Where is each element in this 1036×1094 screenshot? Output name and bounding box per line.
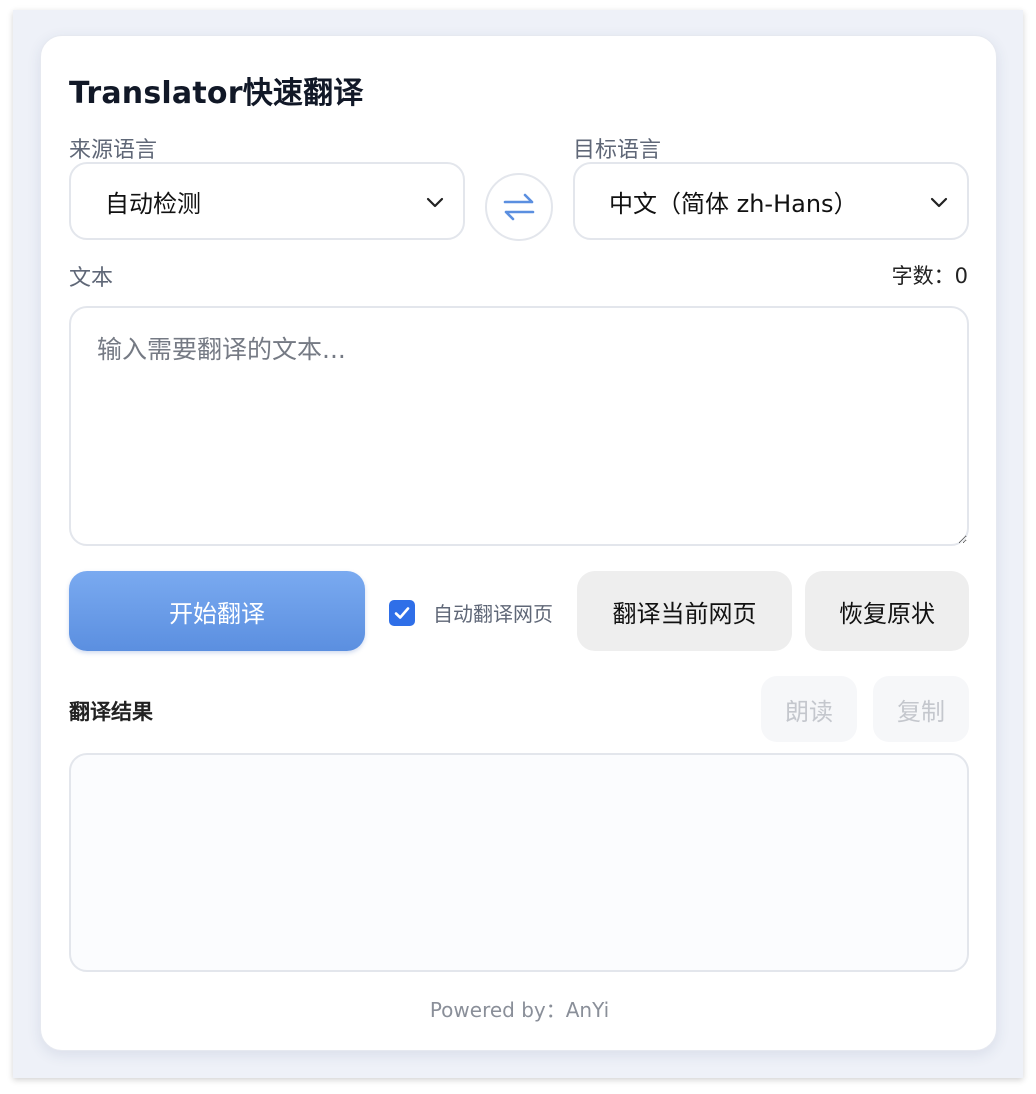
checkmark-icon xyxy=(394,606,410,619)
app-title: Translator快速翻译 xyxy=(69,76,364,111)
translate-page-button[interactable]: 翻译当前网页 xyxy=(577,571,792,651)
target-language-value: 中文（简体 zh-Hans） xyxy=(609,189,858,218)
source-language-label: 来源语言 xyxy=(69,138,158,163)
restore-button[interactable]: 恢复原状 xyxy=(805,571,969,651)
auto-translate-checkbox[interactable] xyxy=(389,599,415,626)
text-label: 文本 xyxy=(69,266,114,291)
read-aloud-button[interactable]: 朗读 xyxy=(761,676,857,742)
char-count-value: 0 xyxy=(954,264,968,288)
chevron-down-icon xyxy=(930,197,948,208)
footer-credit: Powered by：AnYi xyxy=(429,998,610,1022)
chevron-down-icon xyxy=(426,197,444,208)
char-count-label: 字数： xyxy=(891,264,955,288)
translator-panel: Translator快速翻译 来源语言 目标语言 自动检测 中文（简体 zh-H… xyxy=(40,35,997,1051)
target-language-label: 目标语言 xyxy=(573,138,662,163)
source-text-input[interactable] xyxy=(69,306,969,546)
auto-translate-toggle[interactable]: 自动翻译网页 xyxy=(389,598,553,627)
source-language-value: 自动检测 xyxy=(105,189,201,218)
swap-languages-button[interactable] xyxy=(485,173,553,241)
window-frame: Translator快速翻译 来源语言 目标语言 自动检测 中文（简体 zh-H… xyxy=(13,10,1023,1078)
source-language-select[interactable]: 自动检测 xyxy=(69,162,465,240)
copy-button[interactable]: 复制 xyxy=(873,676,969,742)
swap-arrows-icon xyxy=(503,193,535,221)
result-output xyxy=(69,753,969,972)
result-label: 翻译结果 xyxy=(69,700,153,724)
auto-translate-label: 自动翻译网页 xyxy=(433,602,553,626)
translate-button[interactable]: 开始翻译 xyxy=(69,571,365,651)
target-language-select[interactable]: 中文（简体 zh-Hans） xyxy=(573,162,969,240)
char-count: 字数：0 xyxy=(892,260,968,290)
